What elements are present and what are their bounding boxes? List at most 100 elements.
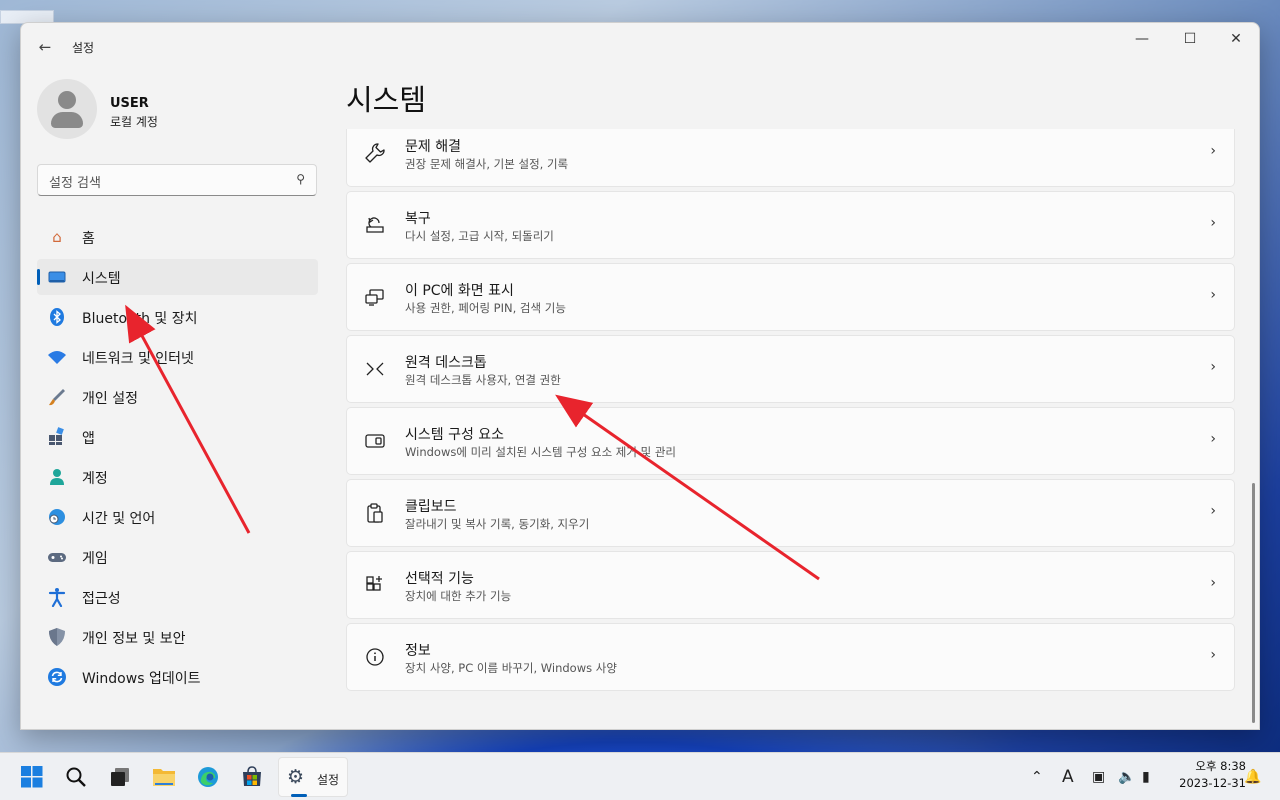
card-title: 복구 xyxy=(405,211,431,227)
sidebar-item-gaming[interactable]: 게임 xyxy=(37,539,318,575)
start-button[interactable] xyxy=(14,759,50,795)
chevron-up-icon[interactable]: ⌃ xyxy=(1031,767,1043,787)
shield-icon xyxy=(47,627,67,647)
sidebar-item-label: 계정 xyxy=(82,471,108,487)
sidebar-item-label: 시스템 xyxy=(82,271,121,287)
search-icon[interactable] xyxy=(58,759,94,795)
optional-features-icon xyxy=(363,574,387,598)
card-description: 사용 권한, 페어링 PIN, 검색 기능 xyxy=(405,301,566,315)
display-network-icon[interactable]: ▣ xyxy=(1092,767,1105,787)
sidebar-item-bluetooth[interactable]: Bluetooth 및 장치 xyxy=(37,299,318,335)
notification-bell-icon[interactable]: 🔔 xyxy=(1244,767,1261,787)
avatar-head xyxy=(58,91,76,109)
search-input[interactable]: 설정 검색 ⚲ xyxy=(37,164,317,196)
account-type: 로컬 계정 xyxy=(110,115,158,129)
avatar-body xyxy=(51,112,83,128)
store-icon[interactable] xyxy=(234,759,270,795)
ime-icon[interactable]: A xyxy=(1062,767,1074,787)
scrollbar[interactable] xyxy=(1252,483,1255,723)
clipboard-card[interactable]: 클립보드 잘라내기 및 복사 기록, 동기화, 지우기 › xyxy=(346,479,1235,547)
sidebar-item-personalization[interactable]: 개인 설정 xyxy=(37,379,318,415)
settings-window: ← 설정 — ☐ ✕ USER 로컬 계정 설정 검색 ⚲ ⌂ 홈 시스템 Bl… xyxy=(20,22,1260,730)
sidebar-item-home[interactable]: ⌂ 홈 xyxy=(37,219,318,255)
avatar[interactable] xyxy=(37,79,97,139)
edge-browser-icon[interactable] xyxy=(190,759,226,795)
card-title: 원격 데스크톱 xyxy=(405,355,487,371)
components-icon xyxy=(363,430,387,454)
card-title: 클립보드 xyxy=(405,499,457,515)
account-icon xyxy=(47,467,67,487)
system-components-card[interactable]: 시스템 구성 요소 Windows에 미리 설치된 시스템 구성 요소 제거 및… xyxy=(346,407,1235,475)
page-title: 시스템 xyxy=(346,83,427,117)
chevron-right-icon: › xyxy=(1210,647,1216,663)
settings-list: 문제 해결 권장 문제 해결사, 기본 설정, 기록 › 복구 다시 설정, 고… xyxy=(346,129,1235,729)
project-icon xyxy=(363,286,387,310)
sidebar-item-label: 홈 xyxy=(82,231,95,247)
sidebar-item-label: 게임 xyxy=(82,551,108,567)
recovery-icon xyxy=(363,214,387,238)
sidebar-item-system[interactable]: 시스템 xyxy=(37,259,318,295)
task-view-icon[interactable] xyxy=(102,759,138,795)
project-to-pc-card[interactable]: 이 PC에 화면 표시 사용 권한, 페어링 PIN, 검색 기능 › xyxy=(346,263,1235,331)
gamepad-icon xyxy=(47,547,67,567)
bluetooth-icon xyxy=(47,307,67,327)
sidebar-nav: ⌂ 홈 시스템 Bluetooth 및 장치 네트워크 및 인터넷 개인 설정 … xyxy=(37,219,318,699)
file-explorer-icon[interactable] xyxy=(146,759,182,795)
back-arrow-icon[interactable]: ← xyxy=(35,37,55,57)
globe-clock-icon xyxy=(47,507,67,527)
card-description: 다시 설정, 고급 시작, 되돌리기 xyxy=(405,229,554,243)
about-card[interactable]: 정보 장치 사양, PC 이름 바꾸기, Windows 사양 › xyxy=(346,623,1235,691)
card-title: 시스템 구성 요소 xyxy=(405,427,505,443)
chevron-right-icon: › xyxy=(1210,431,1216,447)
taskbar-settings-label: 설정 xyxy=(317,773,340,787)
chevron-right-icon: › xyxy=(1210,143,1216,159)
card-description: 권장 문제 해결사, 기본 설정, 기록 xyxy=(405,157,569,171)
card-description: Windows에 미리 설치된 시스템 구성 요소 제거 및 관리 xyxy=(405,445,677,459)
close-button[interactable]: ✕ xyxy=(1211,23,1259,55)
chevron-right-icon: › xyxy=(1210,575,1216,591)
sidebar-item-accessibility[interactable]: 접근성 xyxy=(37,579,318,615)
chevron-right-icon: › xyxy=(1210,287,1216,303)
update-icon xyxy=(47,667,67,687)
card-title: 문제 해결 xyxy=(405,139,461,155)
sidebar-item-label: 네트워크 및 인터넷 xyxy=(82,351,194,367)
taskbar: ⚙ 설정 ⌃ A ▣ 🔈 ▮ 🔔 xyxy=(0,752,1280,800)
card-title: 선택적 기능 xyxy=(405,571,474,587)
chevron-right-icon: › xyxy=(1210,215,1216,231)
accessibility-icon xyxy=(47,587,67,608)
sidebar-item-label: 개인 정보 및 보안 xyxy=(82,631,186,647)
sidebar-item-label: 시간 및 언어 xyxy=(82,511,156,527)
sidebar-item-accounts[interactable]: 계정 xyxy=(37,459,318,495)
clock-date[interactable]: 2023-12-31 xyxy=(1164,776,1246,790)
search-icon[interactable]: ⚲ xyxy=(296,172,305,186)
minimize-button[interactable]: — xyxy=(1117,23,1167,55)
active-app-indicator xyxy=(291,794,307,797)
wifi-icon xyxy=(47,347,67,367)
user-name: USER xyxy=(110,96,149,111)
title-bar: ← 설정 — ☐ ✕ xyxy=(21,23,1259,69)
optional-features-card[interactable]: 선택적 기능 장치에 대한 추가 기능 › xyxy=(346,551,1235,619)
card-title: 이 PC에 화면 표시 xyxy=(405,283,514,299)
card-description: 원격 데스크톱 사용자, 연결 권한 xyxy=(405,373,561,387)
battery-icon[interactable]: ▮ xyxy=(1142,767,1150,787)
sidebar-item-windows-update[interactable]: Windows 업데이트 xyxy=(37,659,318,695)
clock-time[interactable]: 오후 8:38 xyxy=(1186,758,1246,774)
sidebar-item-label: Bluetooth 및 장치 xyxy=(82,311,198,327)
troubleshoot-card[interactable]: 문제 해결 권장 문제 해결사, 기본 설정, 기록 › xyxy=(346,129,1235,187)
remote-desktop-icon xyxy=(363,358,387,382)
maximize-button[interactable]: ☐ xyxy=(1165,23,1215,55)
speaker-icon[interactable]: 🔈 xyxy=(1118,767,1135,787)
sidebar-item-apps[interactable]: 앱 xyxy=(37,419,318,455)
info-icon xyxy=(363,646,387,670)
apps-icon xyxy=(47,427,67,447)
recovery-card[interactable]: 복구 다시 설정, 고급 시작, 되돌리기 › xyxy=(346,191,1235,259)
sidebar-item-time-language[interactable]: 시간 및 언어 xyxy=(37,499,318,535)
clipboard-icon xyxy=(363,502,387,526)
card-description: 잘라내기 및 복사 기록, 동기화, 지우기 xyxy=(405,517,590,531)
taskbar-settings-app[interactable]: ⚙ 설정 xyxy=(278,757,348,797)
sidebar-item-privacy[interactable]: 개인 정보 및 보안 xyxy=(37,619,318,655)
gear-icon: ⚙ xyxy=(287,766,305,788)
remote-desktop-card[interactable]: 원격 데스크톱 원격 데스크톱 사용자, 연결 권한 › xyxy=(346,335,1235,403)
system-icon xyxy=(47,267,67,287)
sidebar-item-network[interactable]: 네트워크 및 인터넷 xyxy=(37,339,318,375)
